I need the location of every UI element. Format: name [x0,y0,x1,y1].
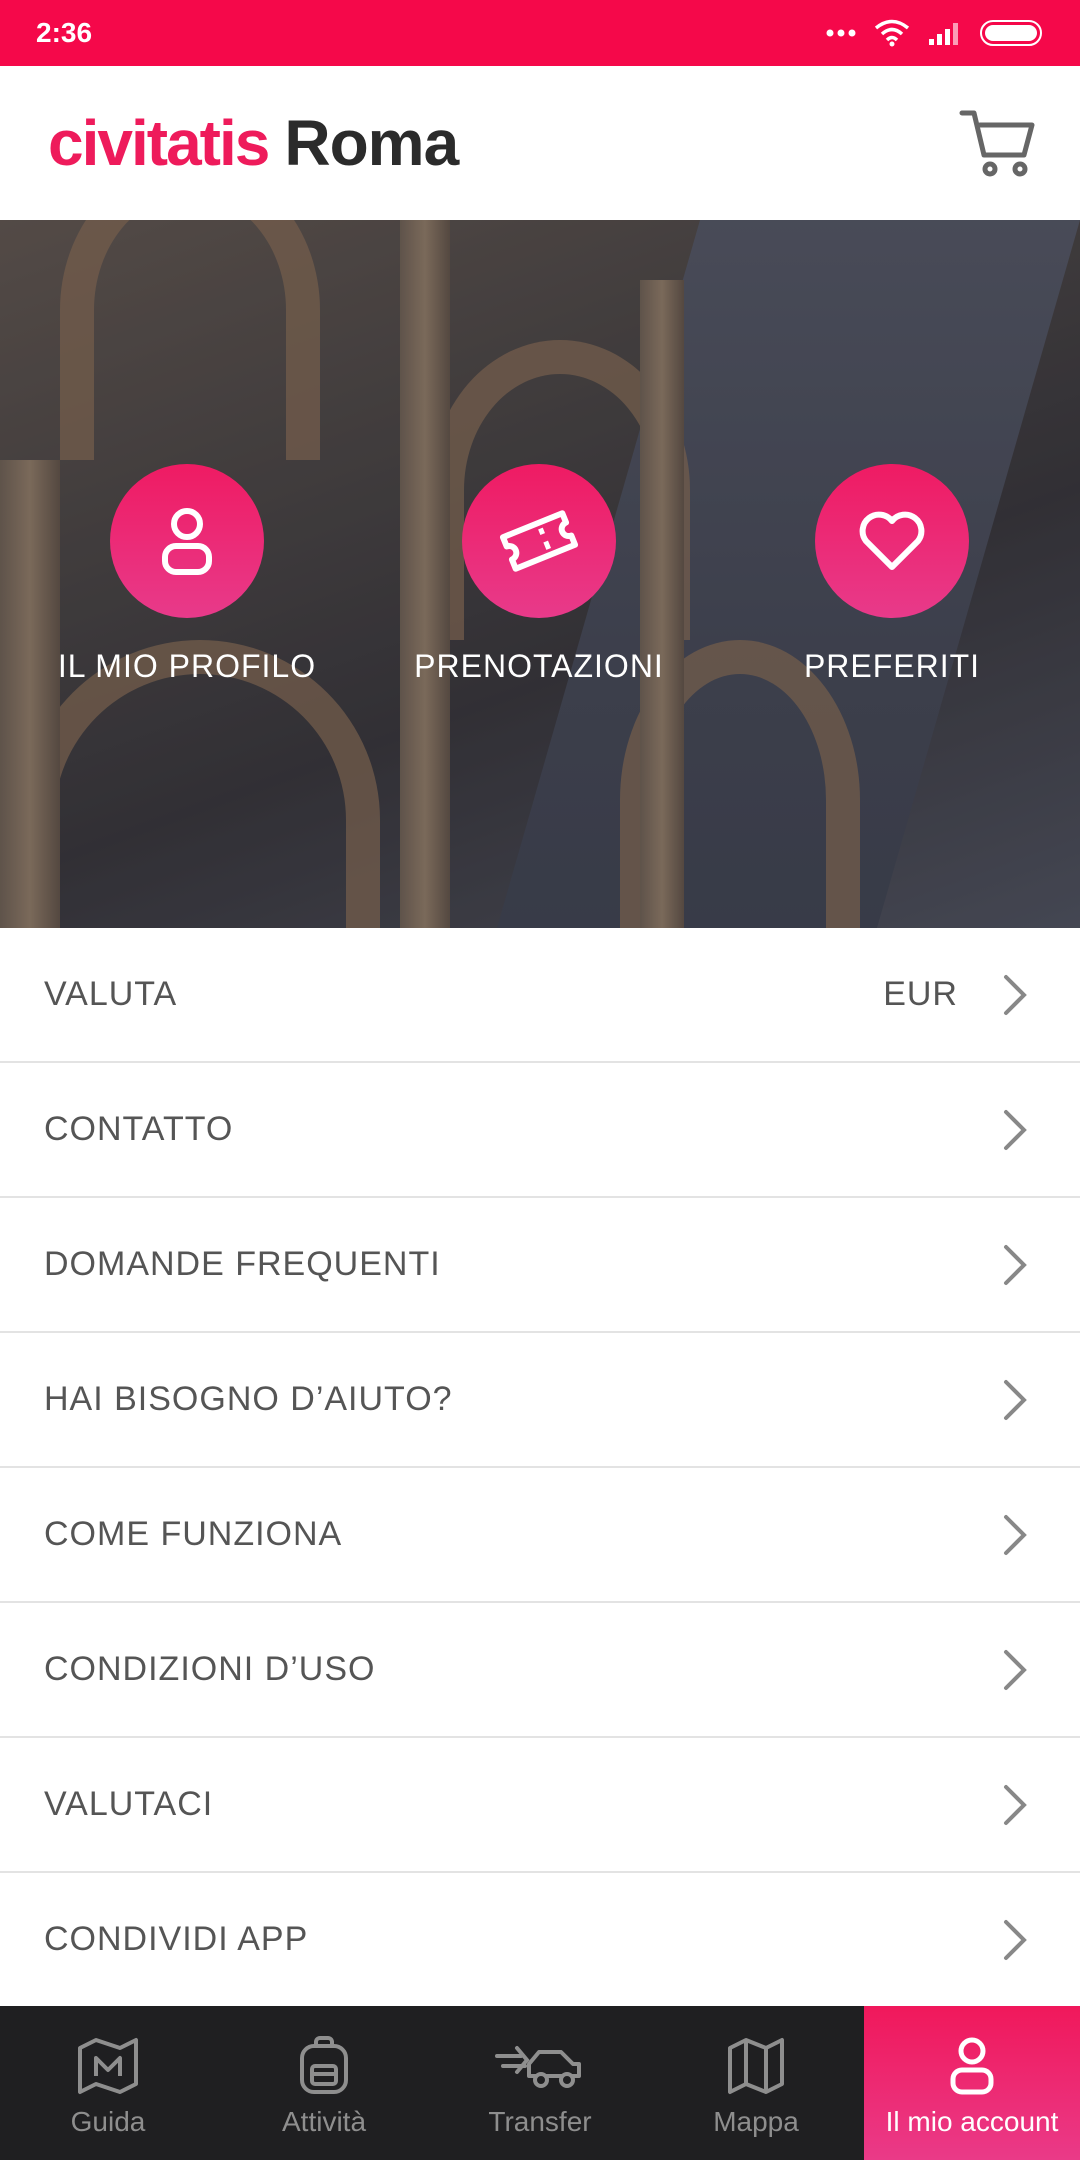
chevron-right-icon [1004,974,1027,1015]
map-icon [728,2038,784,2094]
menu-item-contact[interactable]: CONTATTO [0,1063,1080,1198]
chevron-right-icon [1004,1784,1027,1825]
battery-icon [980,20,1042,46]
quick-actions: IL MIO PROFILO PRENOTAZIONI PREFERITI [0,464,1080,704]
menu-item-right: EUR [883,973,1030,1017]
nav-item-map[interactable]: Mappa [648,2006,864,2160]
profile-shortcut-circle [110,464,264,618]
menu-item-how-it-works[interactable]: COME FUNZIONA [0,1468,1080,1603]
city-title: Roma [284,107,459,179]
menu-item-label: CONTATTO [44,1110,234,1148]
profile-shortcut-label: IL MIO PROFILO [57,648,317,684]
chevron-right-icon [1004,1109,1027,1150]
menu-item-share-app[interactable]: CONDIVIDI APP [0,1873,1080,2008]
menu-item-label: HAI BISOGNO D’AIUTO? [44,1380,453,1418]
nav-item-my-account[interactable]: Il mio account [864,2006,1080,2160]
status-time: 2:36 [36,17,93,48]
nav-label: Attività [281,2106,367,2137]
menu-item-currency[interactable]: VALUTA EUR [0,928,1080,1063]
profile-shortcut[interactable]: IL MIO PROFILO [37,464,337,685]
heart-icon [859,511,925,570]
nav-label: Mappa [713,2106,799,2137]
nav-label: Transfer [488,2106,592,2137]
brand-logo: civitatis Roma [48,106,459,180]
favorites-shortcut-label: PREFERITI [803,648,981,684]
menu-item-faq[interactable]: DOMANDE FREQUENTI [0,1198,1080,1333]
nav-item-guide[interactable]: Guida [0,2006,216,2160]
nav-label: Guida [70,2106,146,2137]
hero-banner: IL MIO PROFILO PRENOTAZIONI PREFERITI [0,220,1080,928]
ticket-icon [499,510,579,572]
menu-item-label: CONDIZIONI D’USO [44,1650,376,1688]
menu-item-label: VALUTACI [44,1785,214,1823]
menu-item-rate-us[interactable]: VALUTACI [0,1738,1080,1873]
menu-item-help[interactable]: HAI BISOGNO D’AIUTO? [0,1333,1080,1468]
bookings-shortcut[interactable]: PRENOTAZIONI [389,464,689,685]
chevron-right-icon [1004,1649,1027,1690]
bookings-shortcut-label: PRENOTAZIONI [414,648,664,684]
cart-icon [959,110,1035,177]
brand-name: civitatis [48,107,270,179]
chevron-right-icon [1004,1514,1027,1555]
menu-item-label: CONDIVIDI APP [44,1920,309,1958]
chevron-right-icon [1004,1379,1027,1420]
nav-label: Il mio account [885,2106,1059,2137]
more-dots-icon [826,29,856,37]
status-icons [826,19,1044,47]
favorites-shortcut[interactable]: PREFERITI [742,464,1042,685]
status-bar: 2:36 [0,0,1080,66]
signal-icon [929,23,958,45]
transfer-car-icon [495,2046,581,2088]
map-guide-icon [78,2038,138,2094]
backpack-icon [300,2036,348,2094]
chevron-right-icon [1004,1919,1027,1960]
menu-item-label: COME FUNZIONA [44,1515,343,1553]
wifi-icon [874,19,910,47]
nav-item-transfer[interactable]: Transfer [432,2006,648,2160]
user-icon [950,2037,994,2095]
favorites-shortcut-circle [815,464,969,618]
menu-item-label: DOMANDE FREQUENTI [44,1245,441,1283]
bottom-nav: Guida Attività Transfer Mappa Il mio acc… [0,2006,1080,2160]
bookings-shortcut-circle [462,464,616,618]
user-icon [162,508,212,575]
chevron-right-icon [1004,1244,1027,1285]
menu-item-label: VALUTA [44,975,178,1013]
currency-value: EUR [883,975,958,1013]
nav-item-activities[interactable]: Attività [216,2006,432,2160]
menu-item-terms[interactable]: CONDIZIONI D’USO [0,1603,1080,1738]
app-header: civitatis Roma [0,66,1080,220]
cart-button[interactable] [956,101,1040,185]
settings-menu: VALUTA EUR CONTATTO DOMANDE FREQUENTI HA… [0,928,1080,2008]
